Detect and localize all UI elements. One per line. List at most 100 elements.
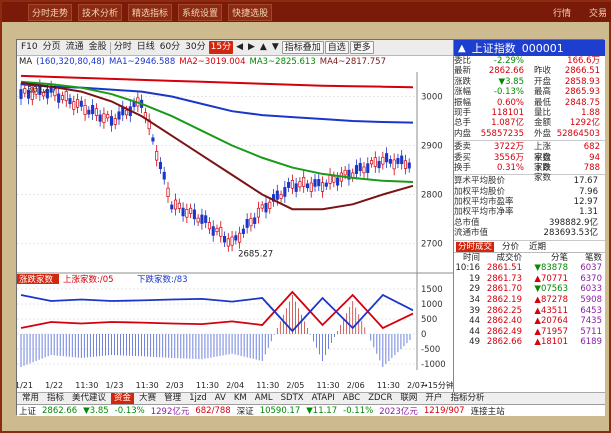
quote-value: 17.67 xyxy=(573,176,598,187)
quote-label-2: 平盘家数 xyxy=(534,152,552,173)
candle-body xyxy=(336,177,340,186)
candle-body xyxy=(407,162,411,169)
tool-watchlist[interactable]: 自选 xyxy=(324,41,349,54)
menu-button-2[interactable]: 精选指标 xyxy=(128,3,173,21)
bottom-tab[interactable]: 大赛 xyxy=(136,393,159,404)
candle-body xyxy=(385,153,389,163)
candle-body xyxy=(305,183,310,189)
price-candles xyxy=(19,79,411,252)
tab-price-breakdown[interactable]: 分价 xyxy=(500,242,521,252)
quote-value: 3556万 xyxy=(493,152,524,163)
tool-page[interactable]: 分页 xyxy=(41,41,63,54)
menu-button-3[interactable]: 系统设置 xyxy=(178,3,223,21)
candle-body xyxy=(354,165,359,174)
candle-body xyxy=(204,215,208,223)
candle-body xyxy=(68,98,72,105)
bottom-tab[interactable]: 管理 xyxy=(161,393,184,404)
menu-button-1[interactable]: 技术分析 xyxy=(78,3,123,21)
chevron-right-icon[interactable]: ▶ xyxy=(246,41,257,54)
trades-list[interactable]: 10:16 2861.51 ▼83878 6037 19 2861.73 ▲70771 637… xyxy=(454,263,605,348)
bottom-tab[interactable]: 联网 xyxy=(397,393,420,404)
zoom-in-icon[interactable]: ▲ xyxy=(258,41,269,54)
tool-more[interactable]: 更多 xyxy=(349,41,374,54)
bottom-tab[interactable]: AV xyxy=(212,393,229,404)
candle-body xyxy=(253,217,257,224)
quote-value: 118101 xyxy=(491,107,524,118)
menu-button-4[interactable]: 快捷选股 xyxy=(228,3,273,21)
tool-60min[interactable]: 60分 xyxy=(158,41,182,54)
price-axis-label: 2800 xyxy=(421,191,443,201)
quote-label: 委比 xyxy=(454,56,472,66)
chart-area[interactable]: 3000 2900 2800 2700 2685.27 3012.7 涨跌家数 上涨家… xyxy=(17,68,453,378)
tool-intraday[interactable]: 分时 xyxy=(112,41,134,54)
candle-body xyxy=(343,169,347,176)
tool-gold[interactable]: 金股 xyxy=(87,41,109,54)
candle-body xyxy=(185,209,189,218)
status-index2-change: ▼11.17 xyxy=(306,405,338,416)
bottom-tab[interactable]: SDTX xyxy=(278,393,307,404)
trade-row: 49 2862.66 ▲18101 6189 xyxy=(454,337,605,348)
candle-body xyxy=(170,204,174,210)
candle-body xyxy=(238,232,242,243)
quote-row: 委卖 3722万 上涨家数 682 xyxy=(454,142,605,162)
trade-t: 10:16 xyxy=(455,263,481,274)
index-code: 000001 xyxy=(521,41,564,55)
trade-c: ▲87278 xyxy=(534,295,568,306)
trade-vol: 6370 xyxy=(580,273,602,284)
candle-body xyxy=(324,182,328,187)
tool-15min[interactable]: 15分 xyxy=(208,41,234,54)
bottom-tab[interactable]: 常用 xyxy=(19,393,42,404)
volume-axis-label: 500 xyxy=(421,315,437,325)
tool-overlay[interactable]: 指标叠加 xyxy=(281,41,324,54)
menu-button-0[interactable]: 分时走势 xyxy=(28,3,73,21)
candle-body xyxy=(113,118,117,125)
bottom-tab[interactable]: ABC xyxy=(340,393,363,404)
candle-body xyxy=(377,161,381,169)
tool-30min[interactable]: 30分 xyxy=(183,41,207,54)
tab-recent[interactable]: 近期 xyxy=(527,242,548,252)
trade-t: 49 xyxy=(469,337,480,348)
trade-p: 2861.51 xyxy=(486,263,522,274)
bottom-tab[interactable]: 资金 xyxy=(111,393,135,404)
trade-t: 44 xyxy=(469,316,480,327)
bottom-tab[interactable]: KM xyxy=(231,393,250,404)
candle-body xyxy=(287,181,291,188)
volume-legend: 涨跌家数 上涨家数:/05 下跌家数:/83 xyxy=(17,274,188,285)
bottom-tab[interactable]: AML xyxy=(252,393,276,404)
candle-body xyxy=(173,199,178,210)
tool-daily[interactable]: 日线 xyxy=(135,41,157,54)
quote-row: 流通市值 283693.53亿 xyxy=(454,228,605,238)
quote-row: 总手 1.087亿 金额 1292亿 xyxy=(454,118,605,128)
price-axis-label: 2900 xyxy=(421,142,443,152)
tool-float[interactable]: 流通 xyxy=(64,41,86,54)
quote-label: 加权平均市盈率 xyxy=(454,197,514,208)
quote-label-2: 开盘 xyxy=(534,76,552,87)
candle-body xyxy=(222,236,227,243)
chevron-left-icon[interactable]: ◀ xyxy=(234,41,245,54)
status-connection[interactable]: 连接主站 xyxy=(471,405,505,417)
quote-label: 涨跌 xyxy=(454,76,472,87)
candle-body xyxy=(162,171,166,180)
zoom-out-icon[interactable]: ▼ xyxy=(270,41,281,54)
tool-f10[interactable]: F10 xyxy=(19,41,40,54)
candle-body xyxy=(403,160,408,169)
bottom-tab[interactable]: 开户 xyxy=(422,393,445,404)
trade-c: ▲18101 xyxy=(534,337,568,348)
quote-label-2: 最低 xyxy=(534,97,552,108)
menu-right-0[interactable]: 行情 xyxy=(553,6,577,19)
candle-body xyxy=(102,113,106,123)
bottom-tab[interactable]: 美代建议 xyxy=(69,393,109,404)
menu-right-1[interactable]: 交易 xyxy=(589,6,611,19)
candle-body xyxy=(226,238,230,247)
candle-body xyxy=(219,227,223,237)
quote-row: 换手 0.31% 下跌家数 788 xyxy=(454,162,605,183)
bottom-tab[interactable]: 指标分析 xyxy=(447,393,487,404)
quote-row: 总市值 398882.9亿 xyxy=(454,218,605,228)
bottom-tab[interactable]: 1jzd xyxy=(186,393,210,404)
bottom-tab[interactable]: ATAPI xyxy=(309,393,338,404)
quote-value-2: 788 xyxy=(583,162,600,173)
tab-intraday-trades[interactable]: 分时成交 xyxy=(456,241,495,252)
bottom-tab[interactable]: 指标 xyxy=(44,393,67,404)
volume-axis-label: -1000 xyxy=(421,360,446,370)
bottom-tab[interactable]: ZDCR xyxy=(365,393,395,404)
